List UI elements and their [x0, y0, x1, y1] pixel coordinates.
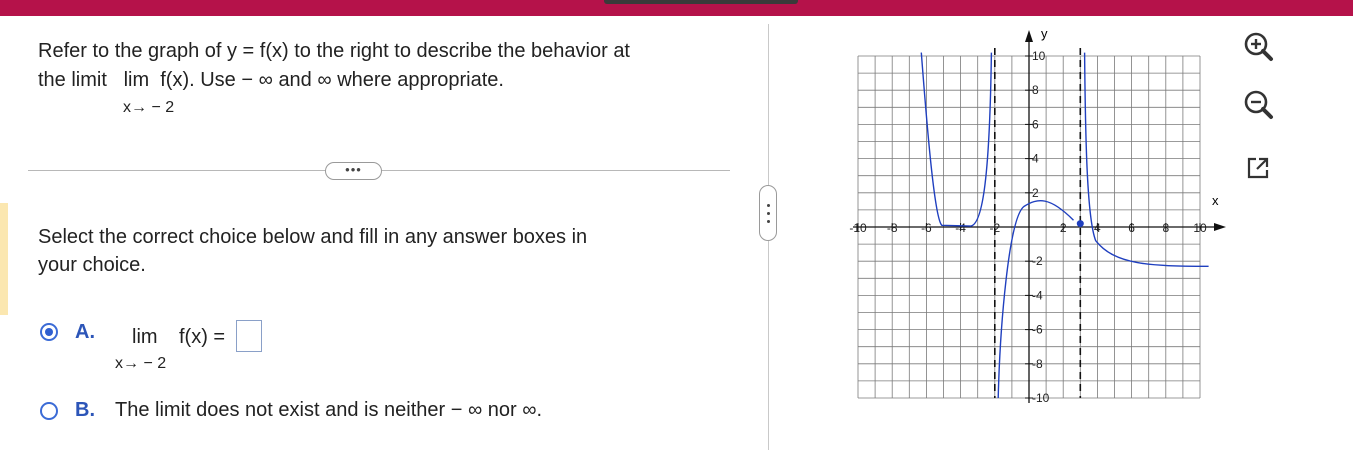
y-tick-label: 10	[1032, 49, 1046, 63]
instruction-line2: your choice.	[38, 254, 146, 276]
choice-b-letter: B.	[75, 399, 95, 421]
zoom-in-icon[interactable]	[1240, 28, 1276, 64]
x-tick-label: -8	[887, 221, 898, 235]
y-tick-label: 4	[1032, 152, 1039, 166]
left-accent	[0, 203, 8, 315]
question-text: Refer to the graph of y = f(x) to the ri…	[38, 37, 738, 95]
top-bar-tab	[604, 0, 798, 4]
x-tick-label: 2	[1060, 221, 1067, 235]
choice-a-sub: x→ − 2	[115, 355, 167, 372]
choice-a-letter: A.	[75, 321, 95, 343]
and-word: and	[278, 69, 312, 91]
y-tick-label: -2	[1032, 254, 1043, 268]
more-button[interactable]: •••	[325, 162, 382, 180]
popout-icon[interactable]	[1240, 150, 1276, 186]
x-tick-label: -4	[955, 221, 966, 235]
x-tick-label: -2	[989, 221, 1000, 235]
y-tick-label: 2	[1032, 186, 1039, 200]
question-line2-prefix: the limit	[38, 69, 107, 91]
question-suffix: where appropriate.	[337, 69, 504, 91]
neg-inf: − ∞	[241, 69, 273, 91]
x-tick-label: 4	[1094, 221, 1101, 235]
x-tick-label: 8	[1162, 221, 1169, 235]
choice-a-radio[interactable]	[40, 323, 58, 341]
instruction: Select the correct choice below and fill…	[38, 223, 738, 279]
function-graph: -10 -8 -6 -4 -2 2 4 6 8 10 10 8 6 4 2 -2 -4 -6 -8 -10 x y	[849, 26, 1226, 405]
question-func: f(x). Use	[160, 69, 236, 91]
y-axis-label: y	[1041, 26, 1048, 41]
x-axis-arrow	[1214, 223, 1226, 231]
choice-b-radio[interactable]	[40, 402, 58, 420]
zoom-out-icon[interactable]	[1240, 86, 1276, 122]
x-tick-label: 6	[1128, 221, 1135, 235]
question-line1: Refer to the graph of y = f(x) to the ri…	[38, 40, 630, 62]
choice-a-lim: lim	[132, 326, 158, 348]
y-tick-label: 8	[1032, 83, 1039, 97]
choice-a-func: f(x) =	[179, 326, 226, 348]
y-tick-label: -10	[1032, 391, 1050, 405]
y-tick-label: -8	[1032, 357, 1043, 371]
pane-resize-handle[interactable]	[759, 185, 777, 241]
lim-word: lim	[123, 69, 150, 91]
answer-input[interactable]	[236, 320, 262, 352]
y-tick-label: -6	[1032, 323, 1043, 337]
x-tick-label: -6	[921, 221, 932, 235]
choice-b-text: The limit does not exist and is neither …	[115, 399, 543, 421]
pos-inf: ∞	[317, 69, 332, 91]
question-limit-sub: x→ − 2	[123, 99, 175, 116]
x-axis-label: x	[1212, 193, 1219, 208]
x-tick-label: 10	[1193, 221, 1207, 235]
y-tick-label: 6	[1032, 117, 1039, 131]
x-tick-label: -10	[849, 221, 867, 235]
y-axis-arrow	[1025, 30, 1033, 42]
y-tick-label: -4	[1032, 288, 1043, 302]
curve-point	[1076, 220, 1084, 228]
asymptote-lines	[994, 48, 1082, 398]
instruction-line1: Select the correct choice below and fill…	[38, 226, 588, 248]
